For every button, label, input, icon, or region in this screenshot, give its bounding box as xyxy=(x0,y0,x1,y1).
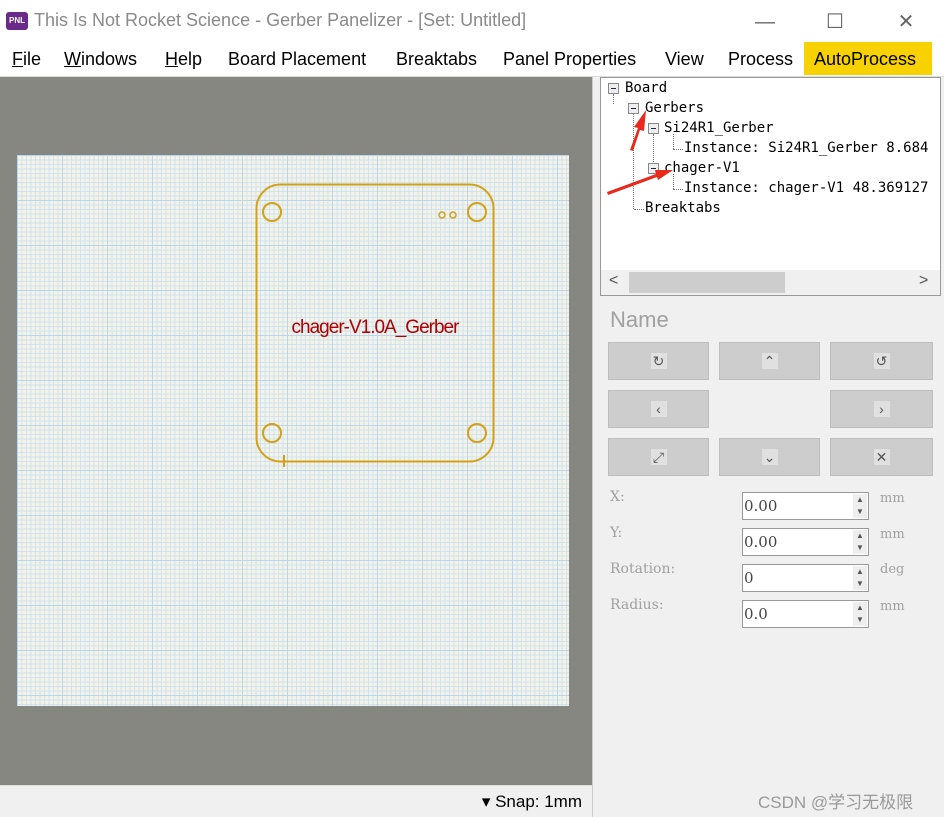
rotation-input[interactable] xyxy=(744,567,852,589)
collapse-toggle[interactable] xyxy=(608,83,619,94)
menu-process[interactable]: Process xyxy=(722,42,799,75)
annotation-arrows xyxy=(607,110,673,195)
expand-icon: ⤢ xyxy=(650,449,667,465)
tree-item-si24r1-instance[interactable]: Instance: Si24R1_Gerber 8.684 xyxy=(684,140,928,156)
menu-help[interactable]: Help xyxy=(159,42,208,75)
menu-bar: File Windows Help Board Placement Breakt… xyxy=(0,42,944,77)
y-label: Y: xyxy=(610,525,623,541)
move-left-icon: ‹ xyxy=(650,401,667,417)
rotate-ccw-icon: ↺ xyxy=(873,353,890,369)
radius-unit: mm xyxy=(880,599,905,614)
rotate-ccw-button[interactable]: ↺ xyxy=(830,342,933,380)
status-bar: ▾ Snap: 1mm xyxy=(0,785,592,817)
x-spinner[interactable]: ▲ ▼ xyxy=(853,494,867,518)
rotation-spinner[interactable]: ▲ ▼ xyxy=(853,566,867,590)
app-logo: PNL xyxy=(6,12,28,30)
move-down-icon: ⌄ xyxy=(761,449,778,465)
tree-item-board[interactable]: Board xyxy=(625,80,667,96)
radius-field[interactable]: ▲▼ xyxy=(742,600,869,628)
x-input[interactable] xyxy=(744,495,852,517)
close-button[interactable]: ✕ xyxy=(886,8,926,36)
x-unit: mm xyxy=(880,491,905,506)
y-unit: mm xyxy=(880,527,905,542)
radius-input[interactable] xyxy=(744,603,852,625)
shrink-icon: ✕ xyxy=(873,449,890,465)
window-title: This Is Not Rocket Science - Gerber Pane… xyxy=(34,10,527,30)
scroll-right-icon[interactable]: > xyxy=(919,272,928,290)
menu-panel-properties[interactable]: Panel Properties xyxy=(497,42,642,75)
tree-item-chager-instance[interactable]: Instance: chager-V1 48.369127 xyxy=(684,180,928,196)
watermark: CSDN @学习无极限 xyxy=(758,793,914,812)
panel-board[interactable]: chager-V1.0A_Gerber xyxy=(17,155,569,706)
rotation-label: Rotation: xyxy=(610,561,676,577)
horizontal-scrollbar[interactable]: < > xyxy=(601,270,940,295)
move-right-button[interactable]: › xyxy=(830,390,933,428)
y-field[interactable]: ▲▼ xyxy=(742,528,869,556)
x-label: X: xyxy=(610,489,625,505)
title-bar: PNL This Is Not Rocket Science - Gerber … xyxy=(0,0,944,42)
y-input[interactable] xyxy=(744,531,852,553)
expand-button[interactable]: ⤢ xyxy=(608,438,709,476)
name-label: Name xyxy=(610,307,669,332)
menu-breaktabs[interactable]: Breaktabs xyxy=(390,42,483,75)
rotate-cw-icon: ↻ xyxy=(650,353,667,369)
tree-item-breaktabs[interactable]: Breaktabs xyxy=(645,200,721,216)
board-label: chager-V1.0A_Gerber xyxy=(291,317,460,338)
radius-spinner[interactable]: ▲ ▼ xyxy=(853,602,867,626)
menu-autoprocess[interactable]: AutoProcess xyxy=(804,42,932,75)
menu-board-placement[interactable]: Board Placement xyxy=(222,42,372,75)
tree-item-si24r1[interactable]: Si24R1_Gerber xyxy=(664,120,774,136)
menu-view[interactable]: View xyxy=(659,42,710,75)
shrink-button[interactable]: ✕ xyxy=(830,438,933,476)
move-left-button[interactable]: ‹ xyxy=(608,390,709,428)
y-spinner[interactable]: ▲ ▼ xyxy=(853,530,867,554)
menu-windows[interactable]: Windows xyxy=(58,42,143,75)
minimize-button[interactable]: — xyxy=(745,8,785,36)
snap-dropdown[interactable]: ▾ Snap: 1mm xyxy=(482,792,582,812)
x-field[interactable]: ▲▼ xyxy=(742,492,869,520)
scroll-left-icon[interactable]: < xyxy=(609,272,618,290)
pcb-outline[interactable] xyxy=(17,155,569,706)
move-right-icon: › xyxy=(873,401,890,417)
move-up-icon: ⌃ xyxy=(761,353,778,369)
rotation-unit: deg xyxy=(880,562,905,577)
scrollbar-thumb[interactable] xyxy=(629,272,785,293)
menu-file[interactable]: File xyxy=(6,42,47,75)
radius-label: Radius: xyxy=(610,597,664,613)
maximize-button[interactable]: ☐ xyxy=(815,8,855,36)
move-up-button[interactable]: ⌃ xyxy=(719,342,820,380)
rotate-cw-button[interactable]: ↻ xyxy=(608,342,709,380)
move-down-button[interactable]: ⌄ xyxy=(719,438,820,476)
rotation-field[interactable]: ▲▼ xyxy=(742,564,869,592)
